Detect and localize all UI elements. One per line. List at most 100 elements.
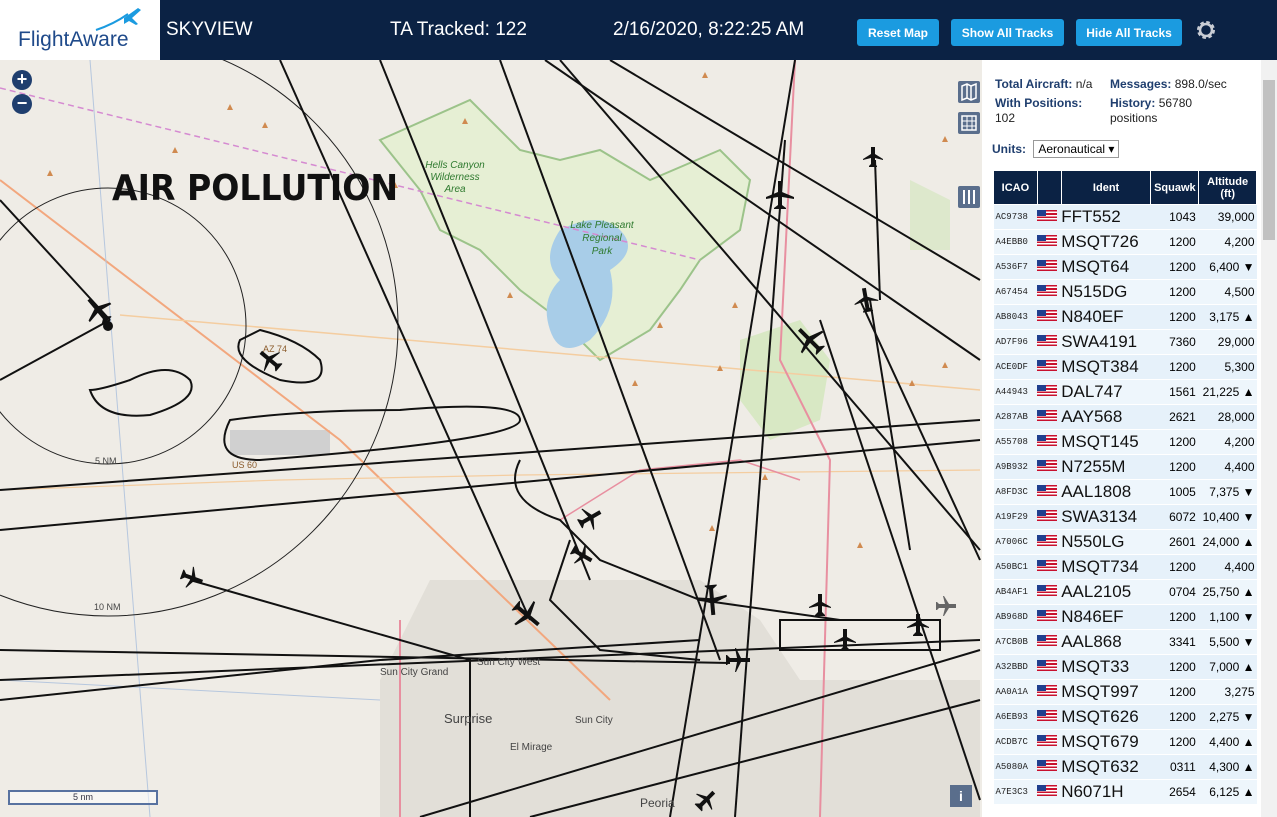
cell-altitude: 39,000 [1198, 204, 1257, 230]
cell-ident: N6071H [1061, 779, 1151, 805]
cell-icao: AD7F96 [993, 329, 1038, 355]
cell-icao: A4EBB0 [993, 229, 1038, 255]
map-label-lake-pleasant-2: Regional [582, 233, 622, 244]
cell-icao: A67454 [993, 279, 1038, 305]
table-row[interactable]: A55708 MSQT145 1200 4,200 [993, 429, 1257, 455]
zoom-in-button[interactable]: + [12, 70, 32, 90]
info-icon[interactable]: i [950, 785, 972, 807]
cell-icao: A7E3C3 [993, 779, 1038, 805]
cell-altitude: 21,225 ▲ [1198, 379, 1257, 405]
cell-squawk: 2654 [1150, 779, 1199, 805]
cell-altitude: 25,750 ▲ [1198, 579, 1257, 605]
cell-altitude: 3,175 ▲ [1198, 304, 1257, 330]
map-view[interactable]: Hells Canyon Wilderness Area Lake Pleasa… [0, 60, 982, 817]
us-flag-icon [1037, 554, 1062, 580]
cell-ident: MSQT33 [1061, 654, 1151, 680]
units-row: Units: Aeronautical ▾ [992, 140, 1120, 158]
map-layers-icon[interactable] [958, 81, 980, 103]
col-squawk[interactable]: Squawk [1150, 170, 1200, 205]
columns-icon[interactable] [958, 186, 980, 208]
cell-squawk: 1200 [1150, 229, 1199, 255]
app-name: SKYVIEW [166, 19, 253, 40]
cell-ident: AAY568 [1061, 404, 1151, 430]
cell-altitude: 24,000 ▲ [1198, 529, 1257, 555]
table-row[interactable]: A50BC1 MSQT734 1200 4,400 [993, 554, 1257, 580]
cell-altitude: 28,000 [1198, 404, 1257, 430]
table-row[interactable]: A67454 N515DG 1200 4,500 [993, 279, 1257, 305]
overlay-title: AIR POLLUTION [112, 168, 399, 209]
cell-icao: ACE0DF [993, 354, 1038, 380]
table-row[interactable]: A6EB93 MSQT626 1200 2,275 ▼ [993, 704, 1257, 730]
cell-squawk: 0704 [1150, 579, 1199, 605]
table-row[interactable]: A44943 DAL747 1561 21,225 ▲ [993, 379, 1257, 405]
table-row[interactable]: A4EBB0 MSQT726 1200 4,200 [993, 229, 1257, 255]
table-row[interactable]: A32BBD MSQT33 1200 7,000 ▲ [993, 654, 1257, 680]
table-row[interactable]: A7006C N550LG 2601 24,000 ▲ [993, 529, 1257, 555]
cell-ident: MSQT632 [1061, 754, 1151, 780]
route-label-us60: US 60 [232, 460, 257, 470]
scrollbar-thumb[interactable] [1263, 80, 1275, 240]
cell-ident: AAL2105 [1061, 579, 1151, 605]
table-row[interactable]: AB968D N846EF 1200 1,100 ▼ [993, 604, 1257, 630]
col-ident[interactable]: Ident [1060, 170, 1152, 205]
table-row[interactable]: AC9738 FFT552 1043 39,000 [993, 204, 1257, 230]
table-row[interactable]: A7E3C3 N6071H 2654 6,125 ▲ [993, 779, 1257, 805]
map-label-hells-canyon-2: Wilderness [430, 172, 479, 183]
zoom-out-button[interactable]: − [12, 94, 32, 114]
stat-positions: With Positions: 102 [995, 96, 1083, 125]
cell-icao: A8FD3C [993, 479, 1038, 505]
table-row[interactable]: A9B932 N7255M 1200 4,400 [993, 454, 1257, 480]
table-row[interactable]: AD7F96 SWA4191 7360 29,000 [993, 329, 1257, 355]
cell-altitude: 10,400 ▼ [1198, 504, 1257, 530]
grid-icon[interactable] [958, 112, 980, 134]
gear-icon[interactable] [1194, 18, 1218, 42]
us-flag-icon [1037, 629, 1062, 655]
cell-altitude: 29,000 [1198, 329, 1257, 355]
map-label-sun-city-west: Sun City West [477, 657, 540, 668]
aircraft-table: ICAO Ident Squawk Altitude (ft) AC9738 FFT… [993, 170, 1257, 805]
table-row[interactable]: A19F29 SWA3134 6072 10,400 ▼ [993, 504, 1257, 530]
aircraft-sidebar: Total Aircraft: n/a Messages: 898.0/sec … [982, 60, 1277, 817]
table-row[interactable]: AB8043 N840EF 1200 3,175 ▲ [993, 304, 1257, 330]
cell-altitude: 4,200 [1198, 429, 1257, 455]
cell-icao: ACDB7C [993, 729, 1038, 755]
cell-ident: N7255M [1061, 454, 1151, 480]
cell-altitude: 5,500 ▼ [1198, 629, 1257, 655]
table-row[interactable]: A536F7 MSQT64 1200 6,400 ▼ [993, 254, 1257, 280]
col-altitude[interactable]: Altitude (ft) [1198, 170, 1257, 205]
table-row[interactable]: ACDB7C MSQT679 1200 4,400 ▲ [993, 729, 1257, 755]
reset-map-button[interactable]: Reset Map [857, 19, 939, 46]
cell-altitude: 6,125 ▲ [1198, 779, 1257, 805]
table-row[interactable]: AA0A1A MSQT997 1200 3,275 [993, 679, 1257, 705]
col-flag [1036, 170, 1062, 205]
table-row[interactable]: A8FD3C AAL1808 1005 7,375 ▼ [993, 479, 1257, 505]
hide-all-tracks-button[interactable]: Hide All Tracks [1076, 19, 1182, 46]
cell-ident: N840EF [1061, 304, 1151, 330]
table-row[interactable]: ACE0DF MSQT384 1200 5,300 [993, 354, 1257, 380]
us-flag-icon [1037, 504, 1062, 530]
cell-squawk: 0311 [1150, 754, 1199, 780]
map-label-hells-canyon: Hells Canyon [425, 160, 485, 171]
cell-icao: AB4AF1 [993, 579, 1038, 605]
cell-squawk: 2621 [1150, 404, 1199, 430]
cell-icao: AA0A1A [993, 679, 1038, 705]
table-row[interactable]: A7CB0B AAL868 3341 5,500 ▼ [993, 629, 1257, 655]
table-row[interactable]: AB4AF1 AAL2105 0704 25,750 ▲ [993, 579, 1257, 605]
units-select[interactable]: Aeronautical ▾ [1033, 140, 1120, 158]
table-row[interactable]: A287AB AAY568 2621 28,000 [993, 404, 1257, 430]
show-all-tracks-button[interactable]: Show All Tracks [951, 19, 1064, 46]
cell-altitude: 4,400 [1198, 554, 1257, 580]
us-flag-icon [1037, 329, 1062, 355]
cell-squawk: 1200 [1150, 729, 1199, 755]
stat-total: Total Aircraft: n/a [995, 77, 1093, 91]
us-flag-icon [1037, 454, 1062, 480]
col-icao[interactable]: ICAO [993, 170, 1038, 205]
sidebar-scrollbar[interactable] [1261, 60, 1277, 817]
us-flag-icon [1037, 754, 1062, 780]
map-label-lake-pleasant-3: Park [592, 246, 614, 257]
table-row[interactable]: A5080A MSQT632 0311 4,300 ▲ [993, 754, 1257, 780]
us-flag-icon [1037, 279, 1062, 305]
us-flag-icon [1037, 704, 1062, 730]
current-datetime: 2/16/2020, 8:22:25 AM [613, 19, 805, 40]
flightaware-logo[interactable]: FlightAware [0, 0, 160, 60]
